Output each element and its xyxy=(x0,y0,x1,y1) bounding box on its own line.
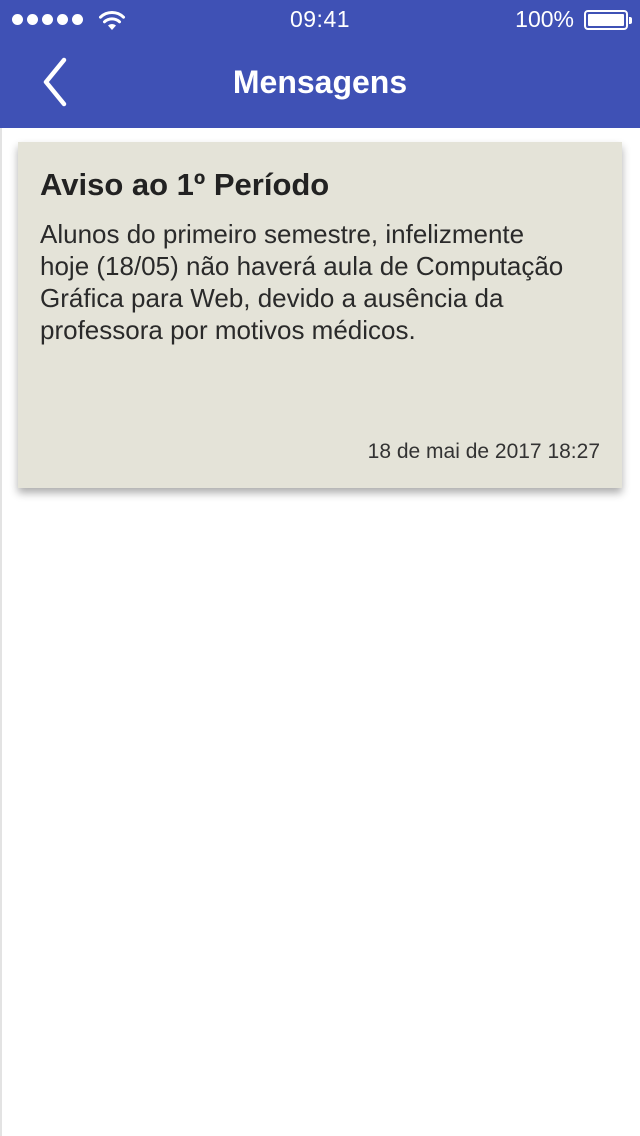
battery-percentage: 100% xyxy=(515,6,574,32)
message-date: 18 de mai de 2017 18:27 xyxy=(367,440,600,463)
content-edge-divider xyxy=(0,128,2,1136)
page-title: Mensagens xyxy=(232,64,408,100)
message-title: Aviso ao 1º Período xyxy=(40,167,330,202)
message-body: Alunos do primeiro semestre, infelizment… xyxy=(40,219,564,345)
battery-icon xyxy=(584,10,632,30)
message-card[interactable]: Aviso ao 1º Período Alunos do primeiro s… xyxy=(18,142,622,488)
app-header: 09:41 100% Mensagens xyxy=(0,0,640,128)
status-bar: 09:41 100% xyxy=(0,0,640,40)
message-list: Aviso ao 1º Período Alunos do primeiro s… xyxy=(0,128,640,1136)
